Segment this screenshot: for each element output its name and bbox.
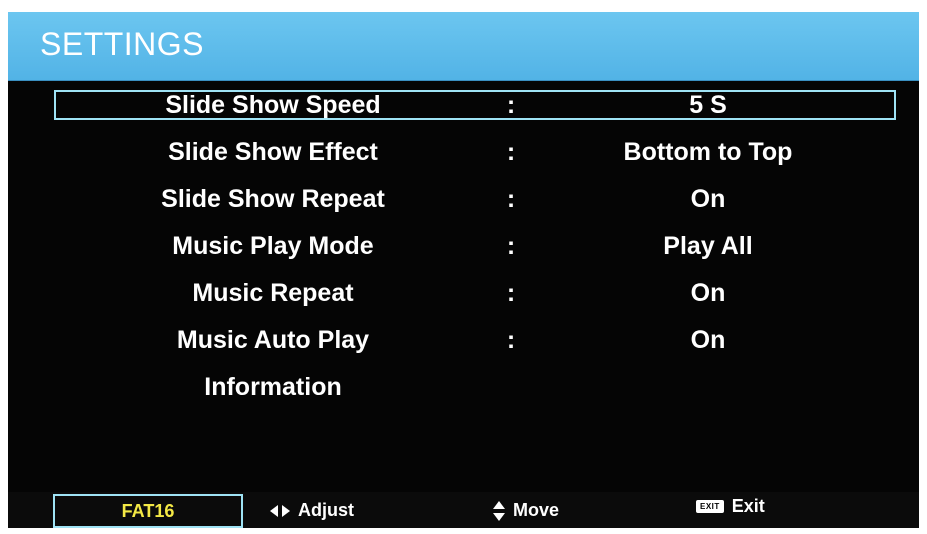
menu-item-value: Bottom to Top [623,138,793,166]
menu-item-separator: : [506,138,516,166]
menu-item-value: On [690,279,726,307]
adjust-hint: Adjust [270,500,354,521]
menu-item-separator: : [506,185,516,213]
menu-item-label: Information [204,373,342,401]
tv-settings-screen: SETTINGS Slide Show Speed : 5 S Slide Sh… [8,12,919,528]
settings-menu: Slide Show Speed : 5 S Slide Show Effect… [8,88,919,417]
menu-item-slide-show-repeat[interactable]: Slide Show Repeat : On [8,182,919,229]
menu-item-label: Music Play Mode [172,232,374,260]
move-hint: Move [493,500,559,521]
menu-item-music-repeat[interactable]: Music Repeat : On [8,276,919,323]
filesystem-indicator: FAT16 [53,494,243,528]
menu-item-separator: : [506,326,516,354]
menu-item-value: 5 S [689,91,727,119]
move-label: Move [513,500,560,520]
adjust-label: Adjust [298,500,354,520]
menu-item-separator: : [506,279,516,307]
menu-item-label: Music Repeat [192,279,354,307]
menu-item-label: Slide Show Effect [168,138,378,166]
menu-item-slide-show-effect[interactable]: Slide Show Effect : Bottom to Top [8,135,919,182]
menu-item-separator: : [506,91,516,119]
exit-label: Exit [731,496,765,516]
exit-hint: EXIT Exit [696,496,765,517]
menu-item-label: Slide Show Speed [165,91,381,119]
left-right-arrows-icon [270,504,290,517]
page-title: SETTINGS [40,26,205,62]
footer-hint-bar: FAT16 Adjust Move EXIT Exit [8,492,919,528]
menu-item-value: Play All [663,232,753,260]
menu-item-music-play-mode[interactable]: Music Play Mode : Play All [8,229,919,276]
header-bar: SETTINGS [8,12,919,81]
menu-item-label: Music Auto Play [176,326,370,354]
menu-item-label: Slide Show Repeat [161,185,385,213]
menu-item-value: On [690,326,726,354]
menu-item-slide-show-speed[interactable]: Slide Show Speed : 5 S [8,88,919,135]
up-down-arrows-icon [493,500,505,521]
menu-item-information[interactable]: Information [8,370,919,417]
menu-item-value: On [690,185,726,213]
exit-key-icon: EXIT [696,500,724,513]
menu-item-music-auto-play[interactable]: Music Auto Play : On [8,323,919,370]
menu-item-separator: : [506,232,516,260]
